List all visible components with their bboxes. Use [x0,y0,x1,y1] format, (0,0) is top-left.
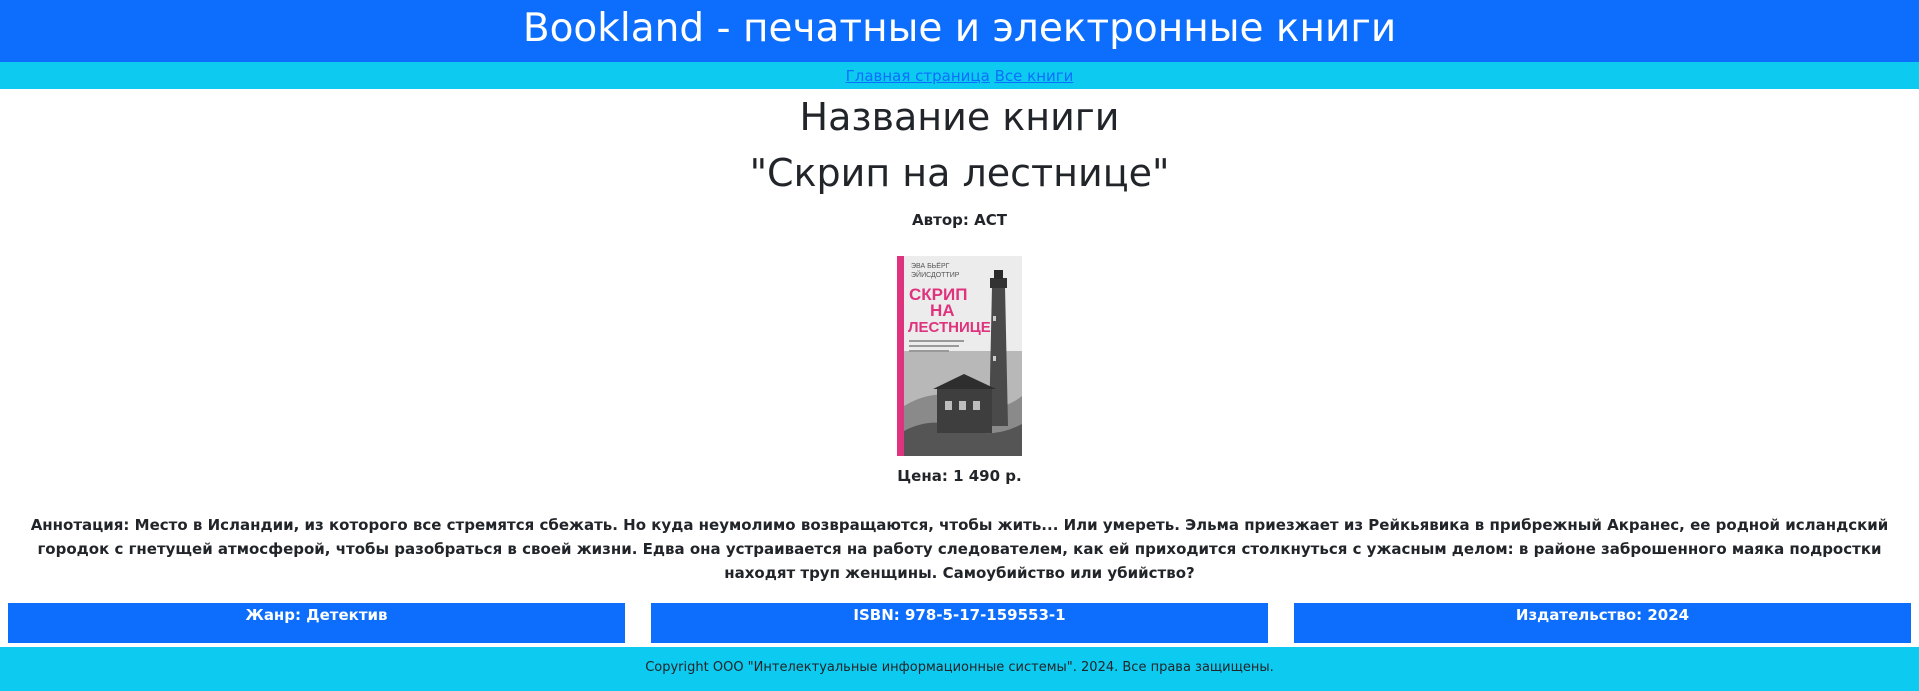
book-title-label: Название книги [799,95,1120,139]
footer-copyright: Copyright ООО "Интелектуальные информаци… [645,660,1274,675]
annotation-prefix: Аннотация: [30,516,130,534]
cover-title-line2: НА [930,301,955,320]
book-title: "Скрип на лестнице" [749,151,1170,195]
genre-box: Жанр: Детектив [8,603,625,643]
isbn-box: ISBN: 978-5-17-159553-1 [651,603,1268,643]
book-cover-image: ЭВА БЬЁРГ ЭЙИСДОТТИР СКРИП НА ЛЕСТНИЦЕ [897,256,1022,456]
nav-link-all-books[interactable]: Все книги [995,67,1074,85]
nav-bar: Главная страница Все книги [0,62,1919,89]
author-prefix: Автор: [912,211,969,229]
price-prefix: Цена: [897,467,948,485]
price-value: 1 490 р. [953,467,1022,485]
book-cover-graphic: ЭВА БЬЁРГ ЭЙИСДОТТИР СКРИП НА ЛЕСТНИЦЕ [897,256,1022,456]
site-footer: Copyright ООО "Интелектуальные информаци… [0,647,1919,691]
author-name: АСТ [974,211,1007,229]
book-price: Цена: 1 490 р. [0,466,1919,486]
site-header: Bookland - печатные и электронные книги [0,0,1919,62]
site-title: Bookland - печатные и электронные книги [522,6,1397,51]
cover-title-line3: ЛЕСТНИЦЕ [908,319,991,336]
book-detail: Название книги "Скрип на лестнице" Автор… [0,92,1919,643]
cover-author-line2: ЭЙИСДОТТИР [911,270,960,279]
book-author: Автор: АСТ [0,210,1919,230]
book-annotation: Аннотация: Место в Исландии, из которого… [20,513,1900,585]
publisher-box: Издательство: 2024 [1294,603,1911,643]
cover-author-line1: ЭВА БЬЁРГ [911,262,950,270]
book-info-row: Жанр: Детектив ISBN: 978-5-17-159553-1 И… [0,603,1919,643]
nav-link-home[interactable]: Главная страница [846,67,990,85]
annotation-text: Место в Исландии, из которого все стремя… [37,516,1889,582]
